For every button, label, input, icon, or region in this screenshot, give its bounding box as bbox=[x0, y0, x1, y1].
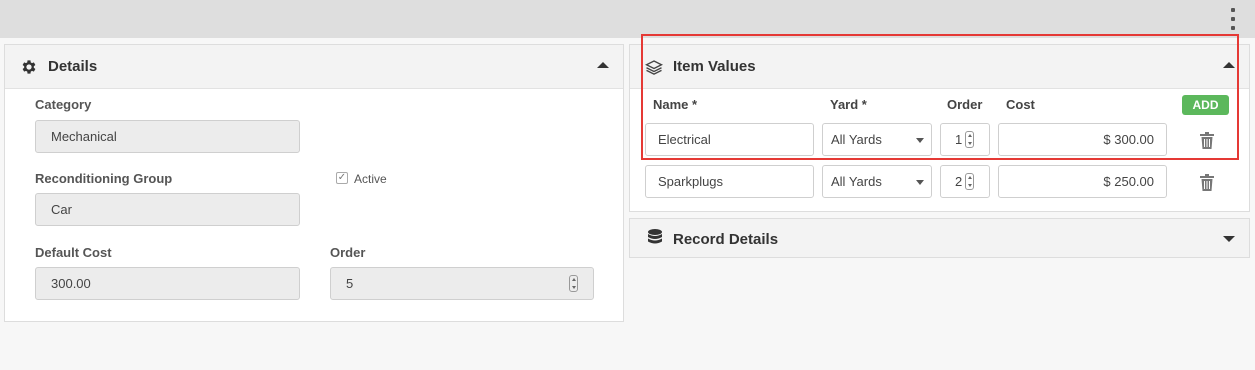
trash-icon[interactable] bbox=[1200, 132, 1214, 149]
column-name: Name * bbox=[653, 97, 698, 112]
collapse-icon[interactable] bbox=[1223, 62, 1235, 68]
expand-icon[interactable] bbox=[1223, 236, 1235, 242]
item-name-input[interactable]: Sparkplugs bbox=[645, 165, 814, 198]
order-stepper[interactable] bbox=[965, 173, 974, 190]
order-stepper[interactable] bbox=[965, 131, 974, 148]
reconditioning-group-label: Reconditioning Group bbox=[35, 171, 173, 186]
details-header[interactable]: Details bbox=[5, 45, 623, 89]
vertical-ellipsis-icon[interactable] bbox=[1229, 8, 1237, 30]
category-field[interactable]: Mechanical bbox=[35, 120, 300, 153]
top-bar bbox=[0, 0, 1255, 38]
default-cost-field[interactable]: 300.00 bbox=[35, 267, 300, 300]
default-cost-label: Default Cost bbox=[35, 245, 112, 260]
item-name-input[interactable]: Electrical bbox=[645, 123, 814, 156]
chevron-down-icon bbox=[916, 180, 924, 185]
cost-input[interactable]: $ 300.00 bbox=[998, 123, 1167, 156]
item-values-title: Item Values bbox=[673, 58, 756, 75]
column-cost: Cost bbox=[1006, 97, 1035, 112]
collapse-icon[interactable] bbox=[597, 62, 609, 68]
yard-value: All Yards bbox=[831, 132, 882, 147]
layers-icon bbox=[644, 57, 664, 77]
column-yard: Yard * bbox=[830, 97, 867, 112]
details-title: Details bbox=[48, 58, 98, 75]
add-button[interactable]: ADD bbox=[1182, 95, 1229, 115]
reconditioning-group-field[interactable]: Car bbox=[35, 193, 300, 226]
trash-icon[interactable] bbox=[1200, 174, 1214, 191]
order-value: 2 bbox=[955, 174, 963, 189]
category-label: Category bbox=[35, 97, 92, 112]
column-order: Order bbox=[947, 97, 983, 112]
record-details-title: Record Details bbox=[673, 231, 779, 248]
order-value: 1 bbox=[955, 132, 963, 147]
order-field[interactable]: 5 bbox=[330, 267, 594, 300]
active-label: Active bbox=[354, 172, 387, 186]
active-checkbox[interactable]: ✓ bbox=[336, 172, 348, 184]
item-values-header[interactable]: Item Values bbox=[630, 45, 1249, 89]
chevron-down-icon bbox=[916, 138, 924, 143]
order-label: Order bbox=[330, 245, 366, 260]
order-stepper[interactable] bbox=[569, 275, 578, 292]
order-value: 5 bbox=[346, 276, 354, 291]
record-details-panel[interactable]: Record Details bbox=[629, 218, 1250, 258]
gear-icon bbox=[19, 57, 39, 77]
details-panel: Details Category Mechanical Reconditioni… bbox=[4, 44, 624, 322]
yard-value: All Yards bbox=[831, 174, 882, 189]
cost-input[interactable]: $ 250.00 bbox=[998, 165, 1167, 198]
database-icon bbox=[648, 229, 662, 251]
